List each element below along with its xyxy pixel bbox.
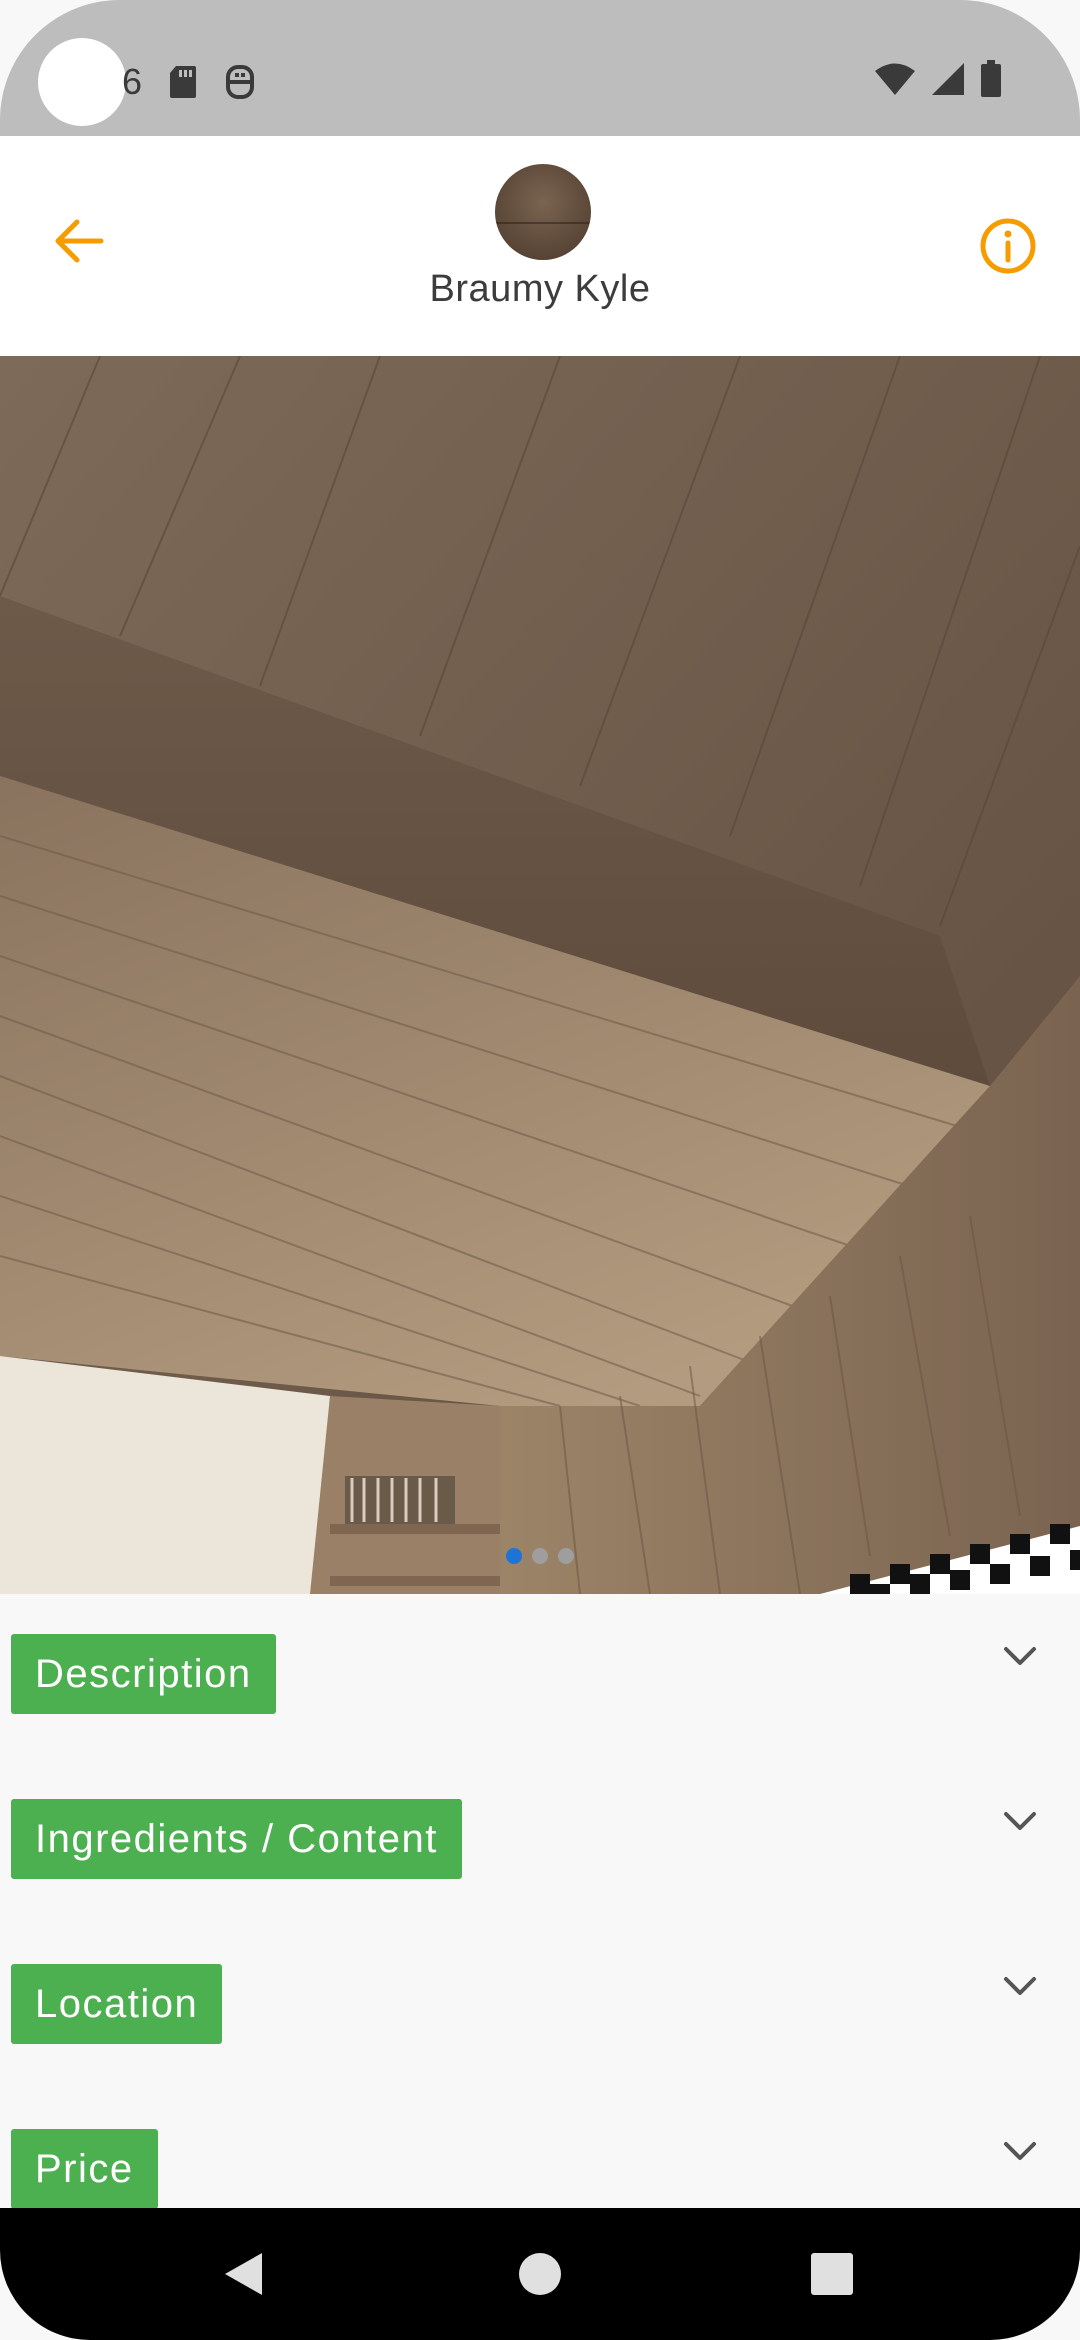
system-nav-bar [0, 2208, 1080, 2340]
info-circle-icon [980, 218, 1036, 274]
page-dot-3[interactable] [558, 1548, 574, 1564]
robot-icon [224, 63, 256, 101]
wifi-icon [874, 62, 916, 101]
status-time: 6 [122, 61, 143, 102]
detail-sections: Description Ingredients / Content Locati… [0, 1594, 1080, 2208]
section-location[interactable]: Location [0, 1924, 1080, 2089]
nav-recents-button[interactable] [772, 2208, 892, 2340]
section-tag-price[interactable]: Price [11, 2129, 158, 2208]
arrow-left-icon [55, 219, 104, 263]
back-triangle-icon [225, 2253, 262, 2295]
battery-icon [980, 60, 1002, 103]
nav-back-button[interactable] [184, 2208, 304, 2340]
info-button[interactable] [976, 214, 1040, 278]
chevron-down-icon[interactable] [998, 1634, 1042, 1678]
user-name: Braumy Kyle [429, 268, 651, 310]
avatar[interactable] [495, 164, 591, 260]
chevron-down-icon[interactable] [998, 1964, 1042, 2008]
signal-icon [930, 61, 966, 102]
section-price[interactable]: Price [0, 2089, 1080, 2208]
camera-cutout [38, 38, 126, 126]
page-dot-1[interactable] [506, 1548, 522, 1564]
chevron-down-icon[interactable] [998, 1799, 1042, 1843]
section-tag-description[interactable]: Description [11, 1634, 276, 1714]
section-ingredients[interactable]: Ingredients / Content [0, 1759, 1080, 1924]
status-left: 6 [38, 38, 256, 126]
recents-square-icon [811, 2253, 853, 2295]
status-right [874, 60, 1002, 103]
sd-card-icon [168, 64, 198, 100]
gallery-page-indicator [0, 1548, 1080, 1564]
app-header: Braumy Kyle [0, 136, 1080, 356]
section-tag-ingredients[interactable]: Ingredients / Content [11, 1799, 462, 1879]
home-circle-icon [519, 2253, 561, 2295]
chevron-down-icon[interactable] [998, 2129, 1042, 2173]
screen: 6 Braumy Kyle Description Ingredients / … [0, 0, 1080, 2340]
status-bar: 6 [0, 0, 1080, 136]
back-button[interactable] [44, 206, 114, 276]
nav-home-button[interactable] [480, 2208, 600, 2340]
section-tag-location[interactable]: Location [11, 1964, 223, 2044]
product-photo[interactable] [0, 356, 1080, 1594]
section-description[interactable]: Description [0, 1594, 1080, 1759]
page-dot-2[interactable] [532, 1548, 548, 1564]
